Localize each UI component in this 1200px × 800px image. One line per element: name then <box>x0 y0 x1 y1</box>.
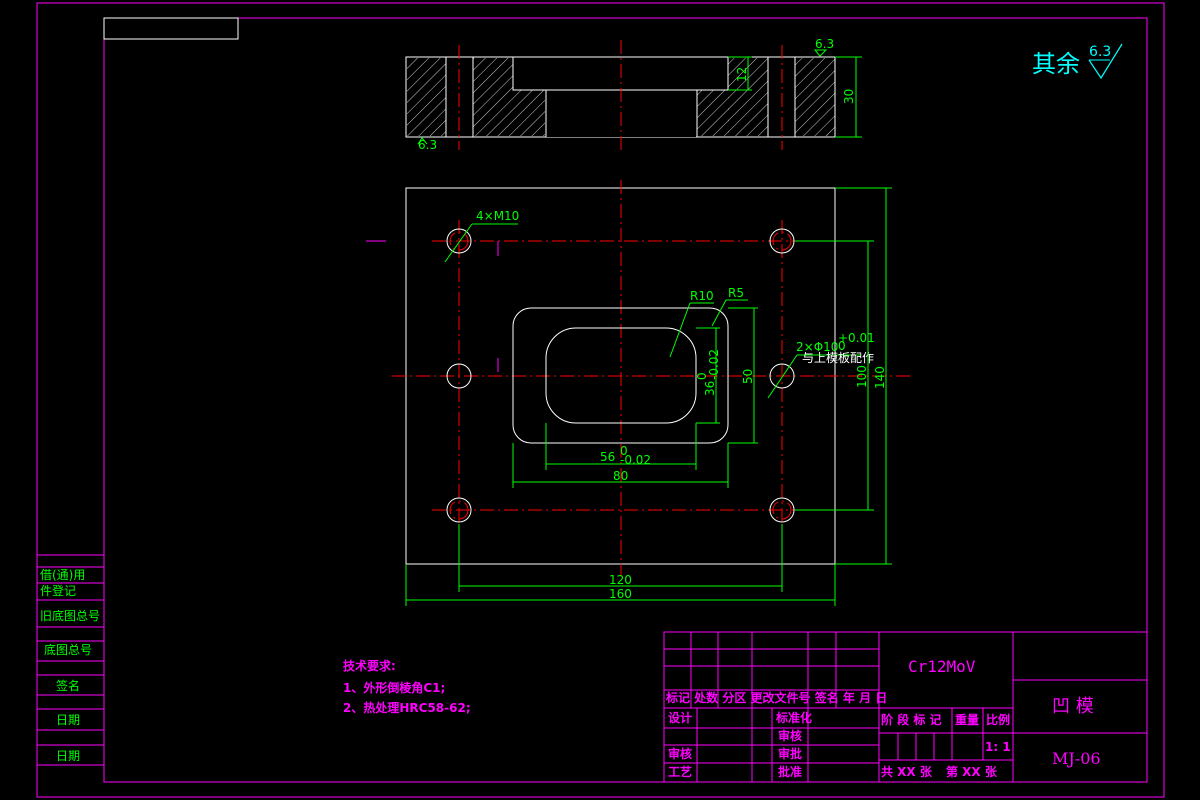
svg-text:第 XX 张: 第 XX 张 <box>946 764 998 779</box>
tech-requirements: 技术要求: 1、外形倒棱角C1; 2、热处理HRC58-62; <box>343 658 471 715</box>
dim-140: 140 <box>873 366 887 389</box>
cad-drawing-canvas: 借(通)用 件登记 旧底图总号 底图总号 签名 日期 日期 其余 6.3 30 … <box>36 2 1165 798</box>
dim-depth: 12 <box>735 67 749 82</box>
svg-text:共 XX 张: 共 XX 张 <box>881 764 933 779</box>
strip-label-0: 借(通)用 <box>40 568 85 582</box>
dim-56: 56 <box>600 450 615 464</box>
dim-80: 80 <box>613 469 628 483</box>
dim-160: 160 <box>609 587 632 601</box>
svg-text:批准: 批准 <box>778 764 802 779</box>
dim-36: 36 <box>703 381 717 396</box>
corner-box <box>103 17 239 40</box>
svg-text:比例: 比例 <box>986 712 1010 727</box>
hatch-left-outer <box>407 58 446 136</box>
callout-r10: R10 <box>690 289 714 303</box>
section-view: 30 12 6.3 6.3 <box>405 37 862 152</box>
dim-120: 120 <box>609 573 632 587</box>
callout-pins-note: 与上模板配作 <box>802 351 874 365</box>
svg-text:重量: 重量 <box>955 712 979 727</box>
svg-text:工艺: 工艺 <box>668 764 692 779</box>
surface-finish-note: 其余 6.3 <box>1032 43 1123 80</box>
svg-text:审核: 审核 <box>778 728 802 743</box>
strip-label-2: 旧底图总号 <box>40 608 100 623</box>
svg-text:审批: 审批 <box>778 746 802 761</box>
strip-label-6: 日期 <box>56 749 80 763</box>
title-block: Cr12MoV 凹 模 MJ-06 标记 处数 分区 更改文件号 签名 年 月 … <box>663 631 1148 783</box>
svg-text:阶 段 标 记: 阶 段 标 记 <box>881 712 942 727</box>
plan-view: 4×M10 R10 R5 2×Φ10 +0.01 0 与上模板配作 36 0 -… <box>366 180 912 606</box>
dim-thickness: 30 <box>842 89 856 104</box>
strip-label-5: 日期 <box>56 713 80 727</box>
drawing-no: MJ-06 <box>1052 749 1101 768</box>
hatch-left-inner <box>473 58 513 136</box>
finish-label: 其余 <box>1032 50 1080 78</box>
svg-text:审核: 审核 <box>668 746 692 761</box>
part-name: 凹 模 <box>1052 696 1094 717</box>
dim-50: 50 <box>741 369 755 384</box>
finish-value: 6.3 <box>1089 44 1111 60</box>
hatch-right-outer <box>795 58 835 136</box>
callout-r5: R5 <box>728 286 744 300</box>
svg-text:1: 1: 1: 1 <box>985 740 1011 754</box>
tech-title: 技术要求: <box>343 658 396 673</box>
strip-label-1: 件登记 <box>40 583 76 598</box>
svg-text:标准化: 标准化 <box>775 710 812 725</box>
material: Cr12MoV <box>908 657 976 676</box>
roughness-top: 6.3 <box>815 37 834 51</box>
svg-text:-0.02: -0.02 <box>620 453 651 467</box>
svg-text:设计: 设计 <box>668 710 692 725</box>
dim-100: 100 <box>855 365 869 388</box>
revision-header: 标记 处数 分区 更改文件号 签名 年 月 日 <box>665 690 887 705</box>
tech-item-1: 1、外形倒棱角C1; <box>343 680 445 695</box>
strip-label-3: 底图总号 <box>44 642 92 657</box>
svg-text:-0.02: -0.02 <box>707 349 721 380</box>
tech-item-2: 2、热处理HRC58-62; <box>343 700 471 715</box>
left-strip: 借(通)用 件登记 旧底图总号 底图总号 签名 日期 日期 <box>37 554 104 766</box>
callout-holes: 4×M10 <box>476 209 519 223</box>
strip-label-4: 签名 <box>56 678 80 693</box>
